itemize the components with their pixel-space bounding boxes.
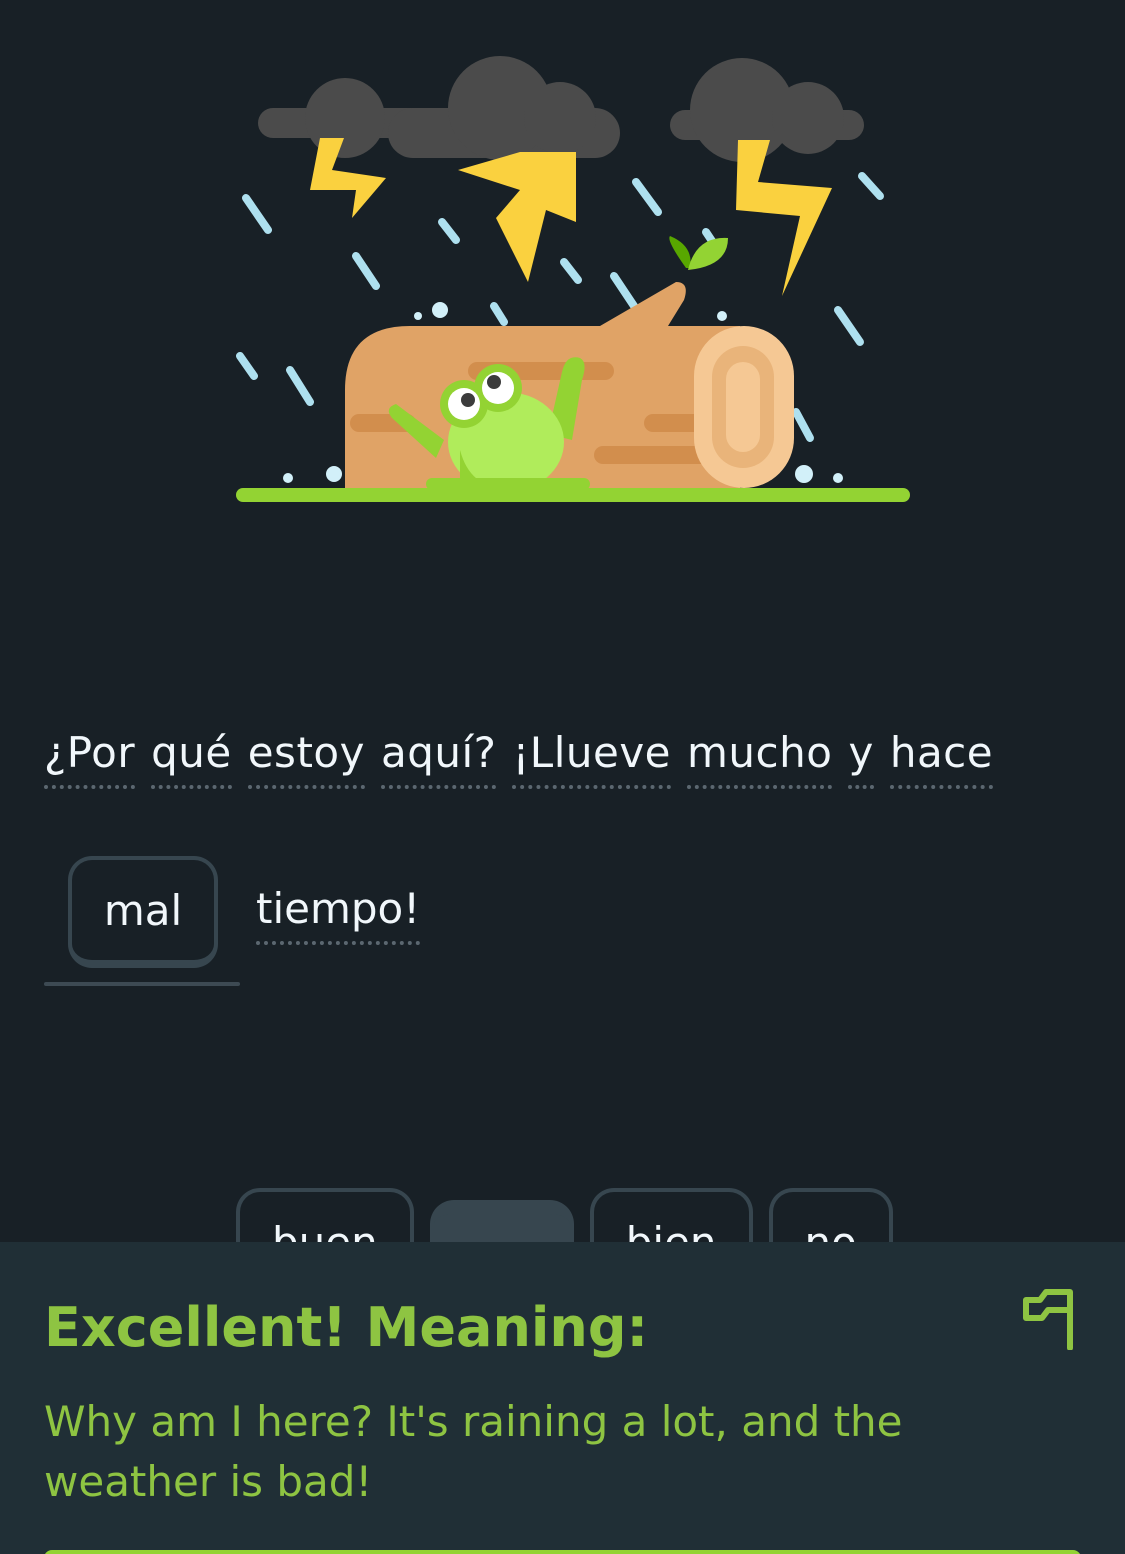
storm-cloud-icon	[258, 56, 864, 162]
ground-icon	[236, 488, 910, 502]
sentence-line-2: mal tiempo!	[44, 856, 436, 986]
continue-button[interactable]	[44, 1550, 1081, 1554]
storm-frog-illustration	[236, 56, 910, 502]
hint-word[interactable]: aquí?	[380, 728, 497, 791]
hint-word[interactable]: estoy	[247, 728, 366, 791]
hint-word[interactable]: y	[848, 728, 875, 791]
answer-blank[interactable]: mal	[44, 856, 240, 986]
feedback-title: Excellent! Meaning:	[44, 1296, 649, 1359]
hint-word[interactable]: ¿Por	[44, 728, 136, 791]
lesson-screen: ¿Por qué estoy aquí? ¡Llueve mucho y hac…	[0, 0, 1125, 1554]
feedback-translation: Why am I here? It's raining a lot, and t…	[44, 1397, 903, 1506]
hint-word[interactable]: mucho	[687, 728, 833, 791]
blank-underline	[44, 982, 240, 986]
hint-word[interactable]: qué	[151, 728, 232, 791]
feedback-panel: Excellent! Meaning: Why am I here? It's …	[0, 1242, 1125, 1554]
hint-word[interactable]: ¡Llueve	[512, 728, 671, 791]
selected-word-chip[interactable]: mal	[68, 856, 218, 968]
report-flag-icon[interactable]	[1020, 1286, 1080, 1350]
hint-word[interactable]: hace	[889, 728, 994, 791]
hint-word[interactable]: tiempo!	[256, 884, 421, 947]
sentence-line-1: ¿Por qué estoy aquí? ¡Llueve mucho y hac…	[44, 728, 1009, 791]
